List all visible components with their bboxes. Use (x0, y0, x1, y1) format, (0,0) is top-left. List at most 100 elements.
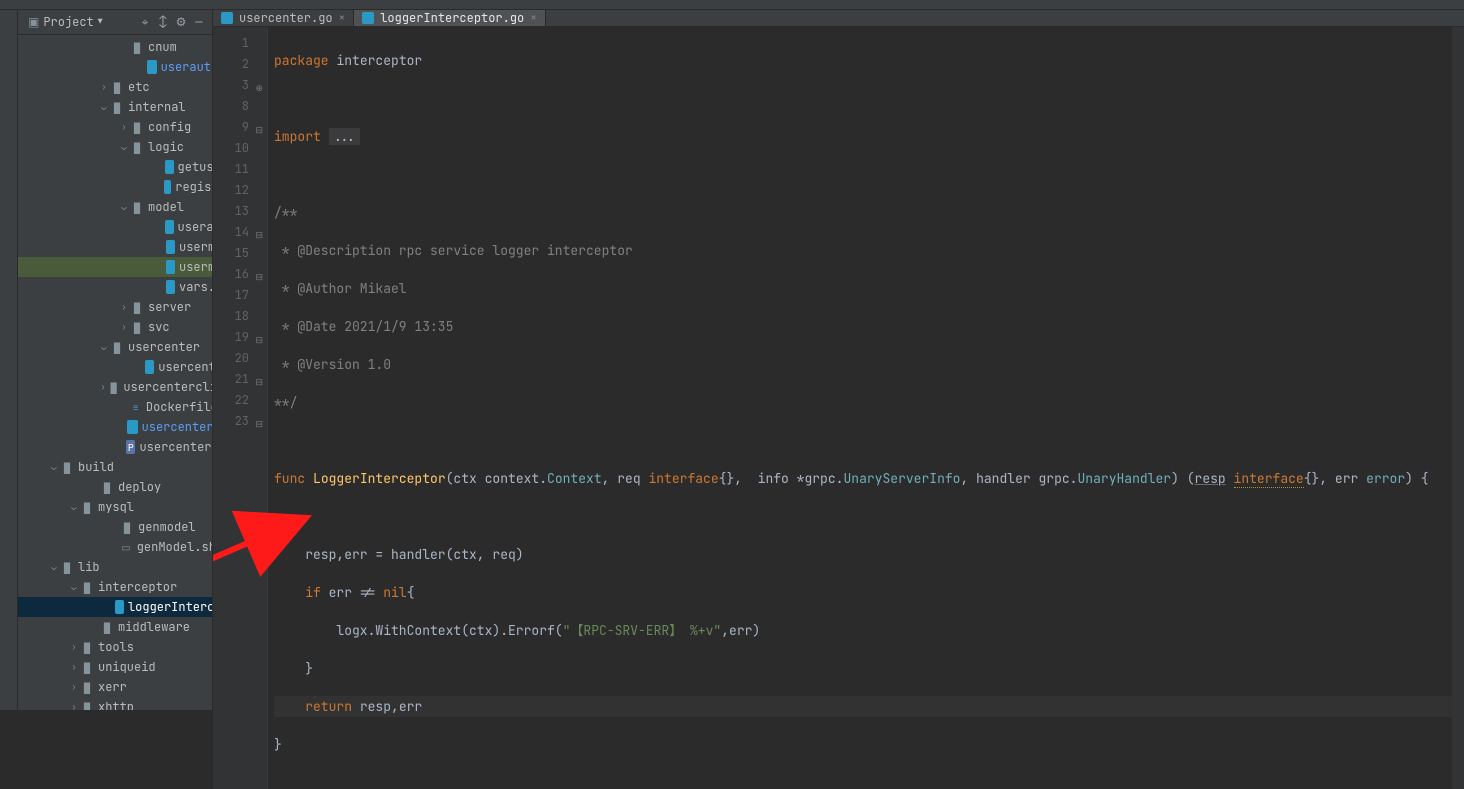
fold-icon[interactable]: ⊟ (253, 120, 263, 130)
line-number[interactable]: 18 (213, 306, 267, 327)
chevron-right-icon[interactable]: › (98, 81, 110, 93)
tree-item[interactable]: ›▇tools (18, 637, 212, 657)
chevron-down-icon[interactable]: ⌄ (48, 561, 60, 573)
chevron-right-icon[interactable]: › (98, 381, 108, 393)
line-number[interactable]: 17 (213, 285, 267, 306)
folder-icon: ▇ (130, 140, 144, 154)
tree-item[interactable]: ·Pusercenter.prot (18, 437, 212, 457)
chevron-down-icon[interactable]: ⌄ (118, 141, 130, 153)
line-number[interactable]: 8 (213, 96, 267, 117)
tree-item-label: cnum (148, 39, 177, 55)
tree-item[interactable]: ⌄▇internal (18, 97, 212, 117)
tree-item[interactable]: ›▇usercenterclien (18, 377, 212, 397)
tree-item-label: userauthmo (161, 59, 212, 75)
tree-item[interactable]: ·usercenter.go (18, 417, 212, 437)
tab-usercenter[interactable]: usercenter.go × (213, 10, 354, 26)
chevron-right-icon[interactable]: › (118, 321, 130, 333)
line-number[interactable]: 14⊟ (213, 222, 267, 243)
tree-item[interactable]: ·usercenter.p (18, 357, 212, 377)
tab-loggerinterceptor[interactable]: loggerInterceptor.go × (354, 10, 546, 26)
line-number[interactable]: 16⊟ (213, 264, 267, 285)
folder-icon: ▇ (110, 100, 124, 114)
line-number[interactable]: 13 (213, 201, 267, 222)
fold-icon[interactable]: ⊟ (253, 267, 263, 277)
tree-item[interactable]: ·▇cnum (18, 37, 212, 57)
fold-icon[interactable]: ⊟ (253, 225, 263, 235)
chevron-right-icon[interactable]: › (68, 641, 80, 653)
line-number[interactable]: 12 (213, 180, 267, 201)
tree-item[interactable]: ·loggerInterceptor.g (18, 597, 212, 617)
tree-item[interactable]: ›▇xerr (18, 677, 212, 697)
tree-item[interactable]: ·vars.go (18, 277, 212, 297)
tree-item[interactable]: ·userauthmo (18, 57, 212, 77)
tree-item[interactable]: ·▭genModel.sh (18, 537, 212, 557)
tree-item[interactable]: ·registerlo (18, 177, 212, 197)
line-number[interactable]: 23⊟ (213, 411, 267, 432)
line-number[interactable]: 19⊟ (213, 327, 267, 348)
chevron-down-icon[interactable]: ⌄ (98, 341, 110, 353)
hide-icon[interactable]: — (190, 13, 208, 31)
editor-right-gutter[interactable] (1452, 27, 1464, 789)
import-collapsed[interactable]: ... (329, 128, 360, 145)
line-number[interactable]: 21⊟ (213, 369, 267, 390)
gear-icon[interactable]: ⚙ (172, 13, 190, 31)
line-number[interactable]: 9⊟ (213, 117, 267, 138)
tree-item[interactable]: ⌄▇interceptor (18, 577, 212, 597)
project-select-button[interactable]: ▣ Project ▼ (22, 12, 109, 32)
chevron-down-icon[interactable]: ⌄ (68, 501, 80, 513)
fold-icon[interactable]: ⊕ (253, 78, 263, 88)
expand-icon[interactable]: ↕ (154, 13, 172, 31)
line-number-gutter[interactable]: 123⊕89⊟1011121314⊟1516⊟171819⊟2021⊟2223⊟ (213, 27, 268, 789)
fold-icon[interactable]: ⊟ (253, 330, 263, 340)
chevron-down-icon[interactable]: ⌄ (98, 101, 110, 113)
project-tree[interactable]: ·▇cnum·userauthmo›▇etc⌄▇internal›▇config… (18, 35, 212, 710)
tree-item[interactable]: ·usermod (18, 237, 212, 257)
tree-item[interactable]: ⌄▇lib (18, 557, 212, 577)
code-content[interactable]: package interceptor import ... /** * @De… (268, 27, 1452, 789)
chevron-right-icon[interactable]: › (68, 661, 80, 673)
go-file-icon (166, 240, 175, 254)
tree-item[interactable]: ·▇genmodel (18, 517, 212, 537)
chevron-right-icon[interactable]: › (118, 301, 130, 313)
tree-item[interactable]: ›▇xhttp (18, 697, 212, 710)
tree-item[interactable]: ›▇server (18, 297, 212, 317)
tree-item[interactable]: ·getuserb (18, 157, 212, 177)
target-icon[interactable]: ⌖ (136, 13, 154, 31)
project-sidebar: ▣ Project ▼ ⌖ ↕ ⚙ — ·▇cnum·userauthmo›▇e… (18, 10, 213, 710)
fold-icon[interactable]: ⊟ (253, 372, 263, 382)
chevron-right-icon[interactable]: › (118, 121, 130, 133)
line-number[interactable]: 15 (213, 243, 267, 264)
tree-item[interactable]: ⌄▇model (18, 197, 212, 217)
line-number[interactable]: 2 (213, 54, 267, 75)
sidebar-header: ▣ Project ▼ ⌖ ↕ ⚙ — (18, 10, 212, 35)
tree-item[interactable]: ·userauth (18, 217, 212, 237)
line-number[interactable]: 11 (213, 159, 267, 180)
fold-icon[interactable]: ⊟ (253, 414, 263, 424)
line-number[interactable]: 20 (213, 348, 267, 369)
tree-item[interactable]: ⌄▇logic (18, 137, 212, 157)
comment: **/ (274, 394, 297, 411)
chevron-right-icon[interactable]: › (68, 681, 80, 693)
chevron-down-icon[interactable]: ⌄ (48, 461, 60, 473)
tree-item[interactable]: ›▇config (18, 117, 212, 137)
chevron-down-icon[interactable]: ⌄ (68, 581, 80, 593)
tree-item[interactable]: ›▇etc (18, 77, 212, 97)
chevron-down-icon[interactable]: ⌄ (118, 201, 130, 213)
tree-item[interactable]: ⌄▇build (18, 457, 212, 477)
tree-item[interactable]: ⌄▇mysql (18, 497, 212, 517)
tree-item[interactable]: ·usermod (18, 257, 212, 277)
close-icon[interactable]: × (530, 11, 537, 25)
line-number[interactable]: 22 (213, 390, 267, 411)
line-number[interactable]: 1 (213, 33, 267, 54)
chevron-right-icon[interactable]: › (68, 701, 80, 710)
tree-item[interactable]: ⌄▇usercenter (18, 337, 212, 357)
tree-item-label: model (148, 199, 184, 215)
line-number[interactable]: 3⊕ (213, 75, 267, 96)
close-icon[interactable]: × (339, 11, 346, 25)
tree-item[interactable]: ›▇uniqueid (18, 657, 212, 677)
tree-item[interactable]: ›▇svc (18, 317, 212, 337)
tree-item[interactable]: ·≡Dockerfile (18, 397, 212, 417)
tree-item[interactable]: ·▇deploy (18, 477, 212, 497)
line-number[interactable]: 10 (213, 138, 267, 159)
tree-item[interactable]: ·▇middleware (18, 617, 212, 637)
